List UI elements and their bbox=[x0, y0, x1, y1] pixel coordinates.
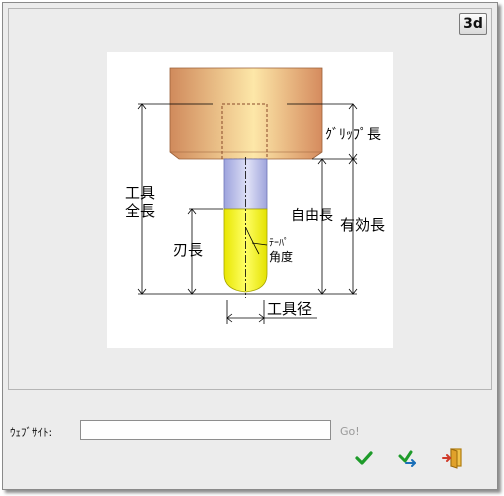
green-check-icon bbox=[355, 451, 373, 465]
go-button[interactable]: Go! bbox=[340, 425, 360, 438]
holder-shape bbox=[169, 67, 323, 160]
tool-total-length-label-line1: 工具 bbox=[125, 184, 155, 202]
taper-angle-label-line2: 角度 bbox=[269, 249, 293, 264]
free-length-label: 自由長 bbox=[291, 208, 333, 224]
ok-button[interactable] bbox=[352, 446, 376, 470]
view-3d-button[interactable]: 3d bbox=[459, 13, 487, 35]
tool-dimension-diagram: ｸﾞﾘｯﾌﾟ長 工具 全長 自由長 有効長 刃長 ﾃｰﾊﾟ 角度 工具径 bbox=[107, 52, 393, 348]
taper-angle-label-line1: ﾃｰﾊﾟ bbox=[269, 237, 289, 249]
end-mill-drawing: ｸﾞﾘｯﾌﾟ長 工具 全長 自由長 有効長 刃長 ﾃｰﾊﾟ 角度 工具径 bbox=[125, 67, 385, 324]
effective-length-label: 有効長 bbox=[340, 216, 385, 234]
check-arrow-icon bbox=[398, 450, 416, 467]
tool-diameter-label: 工具径 bbox=[267, 300, 312, 318]
tool-total-length-label-line2: 全長 bbox=[125, 202, 155, 220]
website-input[interactable] bbox=[80, 420, 331, 440]
website-section: ｳｪﾌﾞｻｲﾄ: Go! bbox=[3, 391, 497, 489]
apply-button[interactable] bbox=[397, 446, 421, 470]
exit-button[interactable] bbox=[441, 446, 465, 470]
tool-properties-window: 3d ｸﾞﾘｯﾌﾟ長 工具 全長 自由長 有効長 刃長 ﾃｰﾊﾟ 角度 工具径 … bbox=[2, 2, 498, 490]
exit-door-icon bbox=[442, 448, 462, 469]
grip-length-label: ｸﾞﾘｯﾌﾟ長 bbox=[325, 127, 381, 143]
tool-diagram-panel: 3d ｸﾞﾘｯﾌﾟ長 工具 全長 自由長 有効長 刃長 ﾃｰﾊﾟ 角度 工具径 bbox=[8, 8, 492, 390]
website-label: ｳｪﾌﾞｻｲﾄ: bbox=[10, 426, 53, 439]
cutting-length-label: 刃長 bbox=[173, 241, 203, 259]
